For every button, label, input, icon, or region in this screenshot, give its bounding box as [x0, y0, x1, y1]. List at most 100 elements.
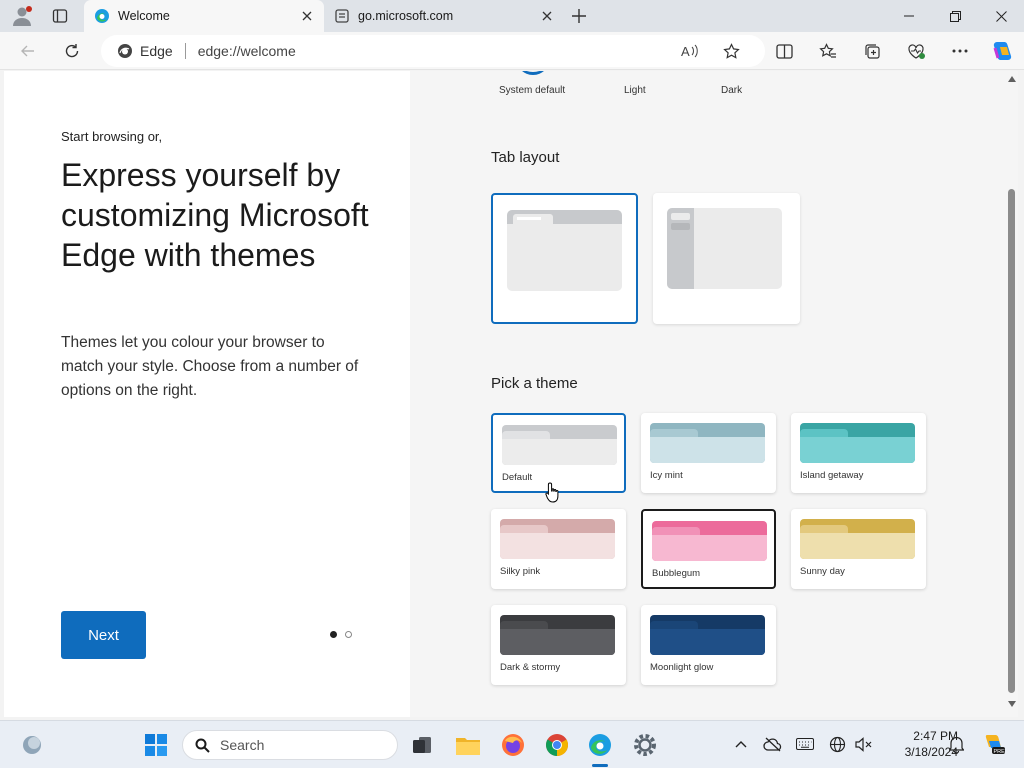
- edge-icon: [118, 44, 132, 58]
- step-dot: [345, 631, 352, 638]
- firefox-icon[interactable]: [497, 729, 529, 761]
- network-globe-icon[interactable]: [826, 733, 848, 755]
- pick-theme-heading: Pick a theme: [491, 375, 578, 392]
- horizontal-tabs-preview: [507, 210, 622, 291]
- theme-preview-folder: [650, 615, 765, 655]
- close-tab-icon[interactable]: [536, 5, 558, 27]
- close-tab-icon[interactable]: [296, 5, 318, 27]
- taskbar: Search 2:47 PM 3/18/2024 PRE: [0, 720, 1024, 768]
- svg-text:A: A: [681, 44, 690, 59]
- file-explorer-icon[interactable]: [452, 729, 484, 761]
- page-title: Express yourself by customizing Microsof…: [61, 157, 369, 273]
- restore-icon[interactable]: [932, 0, 978, 32]
- browser-essentials-icon[interactable]: [901, 36, 931, 66]
- theme-label: Dark & stormy: [500, 662, 561, 673]
- more-options-icon[interactable]: [945, 36, 975, 66]
- theme-option-sunny-day[interactable]: Sunny day: [791, 509, 926, 589]
- divider: [184, 43, 186, 59]
- theme-label: Island getaway: [800, 470, 864, 481]
- new-tab-icon[interactable]: [567, 4, 591, 28]
- title-bar: Welcome go.microsoft.com: [0, 0, 1024, 32]
- hand-cursor-icon: [545, 482, 559, 503]
- theme-mode-dark[interactable]: Dark: [721, 85, 742, 96]
- theme-option-bubblegum[interactable]: Bubblegum: [641, 509, 776, 589]
- tab-go-microsoft[interactable]: go.microsoft.com: [324, 0, 564, 32]
- navigation-bar: Edge edge://welcome A: [0, 32, 1024, 70]
- profile-icon[interactable]: [10, 4, 34, 28]
- chrome-icon[interactable]: [541, 729, 573, 761]
- copilot-preview-icon[interactable]: PRE: [980, 733, 1006, 755]
- start-icon[interactable]: [140, 729, 172, 761]
- volume-muted-icon[interactable]: [852, 733, 874, 755]
- step-dot-active: [330, 631, 337, 638]
- site-label: Edge: [140, 43, 173, 59]
- next-button[interactable]: Next: [61, 611, 146, 659]
- theme-preview-folder: [500, 519, 615, 559]
- theme-preview-folder: [800, 423, 915, 463]
- theme-preview-folder: [500, 615, 615, 655]
- theme-label: Sunny day: [800, 566, 845, 577]
- theme-label: Bubblegum: [652, 568, 701, 579]
- show-hidden-icons-chevron-icon[interactable]: [730, 733, 752, 755]
- scrollbar-thumb[interactable]: [1008, 189, 1015, 693]
- favorites-icon[interactable]: [813, 36, 843, 66]
- theme-option-island-getaway[interactable]: Island getaway: [791, 413, 926, 493]
- notifications-bell-icon[interactable]: [945, 733, 967, 755]
- address-bar[interactable]: Edge edge://welcome A: [101, 35, 765, 67]
- svg-text:PRE: PRE: [994, 749, 1006, 755]
- theme-preview-folder: [652, 521, 767, 561]
- split-screen-icon[interactable]: [769, 36, 799, 66]
- close-window-icon[interactable]: [978, 0, 1024, 32]
- start-browsing-label: Start browsing or,: [61, 129, 163, 144]
- taskbar-search[interactable]: Search: [182, 730, 398, 760]
- theme-option-dark-stormy[interactable]: Dark & stormy: [491, 605, 626, 685]
- theme-label: Silky pink: [500, 566, 541, 577]
- theme-mode-light[interactable]: Light: [624, 85, 646, 96]
- theme-option-moonlight-glow[interactable]: Moonlight glow: [641, 605, 776, 685]
- search-placeholder: Search: [220, 737, 265, 753]
- theme-preview-folder: [800, 519, 915, 559]
- onedrive-offline-icon[interactable]: [762, 733, 784, 755]
- system-default-option-icon[interactable]: [516, 71, 550, 75]
- theme-label: Default: [502, 472, 533, 483]
- theme-preview-folder: [650, 423, 765, 463]
- vertical-tabs-preview: [667, 208, 782, 289]
- theme-preview-folder: [502, 425, 617, 465]
- theme-label: Icy mint: [650, 470, 683, 481]
- collections-icon[interactable]: [857, 36, 887, 66]
- tab-actions-icon[interactable]: [48, 4, 72, 28]
- theme-option-icy-mint[interactable]: Icy mint: [641, 413, 776, 493]
- favorite-star-icon[interactable]: [718, 38, 744, 64]
- keyboard-icon[interactable]: [794, 733, 816, 755]
- tab-layout-vertical-option[interactable]: [653, 193, 800, 324]
- tab-title: Welcome: [118, 9, 170, 23]
- scroll-up-icon[interactable]: [1008, 76, 1016, 82]
- widgets-icon[interactable]: [16, 729, 48, 761]
- theme-option-silky-pink[interactable]: Silky pink: [491, 509, 626, 589]
- page-icon: [335, 9, 349, 23]
- site-info[interactable]: Edge: [117, 43, 173, 59]
- theme-label: Moonlight glow: [650, 662, 714, 673]
- welcome-page: Start browsing or, Express yourself by c…: [4, 71, 1006, 717]
- active-app-indicator: [592, 764, 608, 767]
- customize-panel: System default Light Dark Tab layout Pic…: [410, 71, 1006, 717]
- intro-panel: Start browsing or, Express yourself by c…: [4, 71, 410, 717]
- tab-welcome[interactable]: Welcome: [84, 0, 324, 32]
- tab-layout-heading: Tab layout: [491, 149, 560, 166]
- url-text[interactable]: edge://welcome: [198, 43, 296, 59]
- scroll-down-icon[interactable]: [1008, 701, 1016, 707]
- tab-layout-horizontal-option[interactable]: [491, 193, 638, 324]
- page-description: Themes let you colour your browser to ma…: [61, 334, 359, 399]
- edge-taskbar-icon[interactable]: [584, 729, 616, 761]
- back-icon[interactable]: [13, 36, 43, 66]
- page-scrollbar[interactable]: [1006, 71, 1018, 717]
- step-indicator: [330, 631, 352, 638]
- settings-icon[interactable]: [629, 729, 661, 761]
- minimize-icon[interactable]: [886, 0, 932, 32]
- refresh-icon[interactable]: [57, 36, 87, 66]
- theme-mode-system-default[interactable]: System default: [499, 85, 565, 96]
- task-view-icon[interactable]: [406, 729, 438, 761]
- read-aloud-icon[interactable]: A: [677, 38, 703, 64]
- copilot-icon[interactable]: [987, 36, 1017, 66]
- search-icon: [195, 738, 210, 753]
